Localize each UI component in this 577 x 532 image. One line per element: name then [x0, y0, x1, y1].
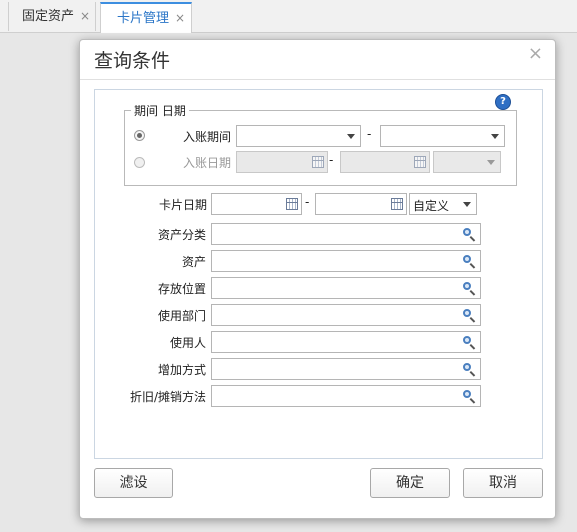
close-icon[interactable]: ×	[80, 9, 90, 23]
calendar-icon[interactable]	[312, 156, 324, 168]
using-department-label: 使用部门	[157, 309, 206, 323]
depreciation-method-label: 折旧/摊销方法	[129, 390, 206, 404]
search-icon[interactable]	[463, 228, 477, 242]
addition-method-label: 增加方式	[157, 363, 206, 377]
addition-method-input[interactable]	[211, 358, 481, 380]
close-icon[interactable]: ×	[528, 43, 543, 64]
search-icon[interactable]	[463, 309, 477, 323]
accounting-period-to-select[interactable]	[380, 125, 505, 147]
accounting-period-from-select[interactable]	[236, 125, 361, 147]
depreciation-method-input[interactable]	[211, 385, 481, 407]
asset-category-label: 资产分类	[157, 228, 206, 242]
tab-fixed-assets[interactable]: 固定资产 ×	[8, 2, 96, 31]
query-dialog: 查询条件 × ? 期间 日期 入账期间 - 入账日期 - 卡片日期 - 自定义 …	[79, 39, 556, 519]
accounting-date-from-input[interactable]	[236, 151, 328, 173]
ok-button[interactable]: 确定	[370, 468, 450, 498]
tab-label: 固定资产	[22, 9, 75, 24]
chevron-down-icon	[463, 202, 471, 207]
filter-button[interactable]: 滤设	[94, 468, 173, 498]
range-dash: -	[367, 127, 372, 141]
chevron-down-icon	[347, 134, 355, 139]
card-date-range-select[interactable]: 自定义	[409, 193, 477, 215]
search-icon[interactable]	[463, 363, 477, 377]
accounting-date-radio[interactable]	[134, 157, 145, 168]
accounting-date-range-select[interactable]	[433, 151, 501, 173]
select-value: 自定义	[413, 199, 450, 213]
accounting-date-to-input[interactable]	[340, 151, 430, 173]
range-dash: -	[329, 153, 334, 167]
calendar-icon[interactable]	[414, 156, 426, 168]
user-label: 使用人	[169, 336, 206, 350]
storage-location-input[interactable]	[211, 277, 481, 299]
storage-location-label: 存放位置	[157, 282, 206, 296]
search-icon[interactable]	[463, 336, 477, 350]
tab-label: 卡片管理	[117, 11, 170, 26]
accounting-period-radio[interactable]	[134, 130, 145, 141]
asset-input[interactable]	[211, 250, 481, 272]
card-date-label: 卡片日期	[159, 198, 208, 212]
tab-bar: 固定资产 × 卡片管理 ×	[0, 0, 577, 33]
tab-card-management[interactable]: 卡片管理 ×	[100, 2, 192, 33]
dialog-title: 查询条件	[94, 50, 171, 72]
asset-category-input[interactable]	[211, 223, 481, 245]
chevron-down-icon	[491, 134, 499, 139]
card-date-from-input[interactable]	[211, 193, 302, 215]
title-divider	[80, 79, 555, 80]
user-input[interactable]	[211, 331, 481, 353]
search-icon[interactable]	[463, 390, 477, 404]
chevron-down-icon	[487, 160, 495, 165]
asset-label: 资产	[181, 255, 206, 269]
using-department-input[interactable]	[211, 304, 481, 326]
close-icon[interactable]: ×	[175, 11, 185, 25]
group-legend: 期间 日期	[134, 104, 186, 118]
search-icon[interactable]	[463, 282, 477, 296]
calendar-icon[interactable]	[391, 198, 403, 210]
range-dash: -	[305, 195, 310, 209]
query-panel: ? 期间 日期 入账期间 - 入账日期 - 卡片日期 - 自定义 资产分类 资产…	[94, 89, 543, 459]
cancel-button[interactable]: 取消	[463, 468, 543, 498]
accounting-period-label: 入账期间	[183, 130, 232, 144]
card-date-to-input[interactable]	[315, 193, 407, 215]
accounting-date-label: 入账日期	[183, 156, 232, 170]
calendar-icon[interactable]	[286, 198, 298, 210]
search-icon[interactable]	[463, 255, 477, 269]
